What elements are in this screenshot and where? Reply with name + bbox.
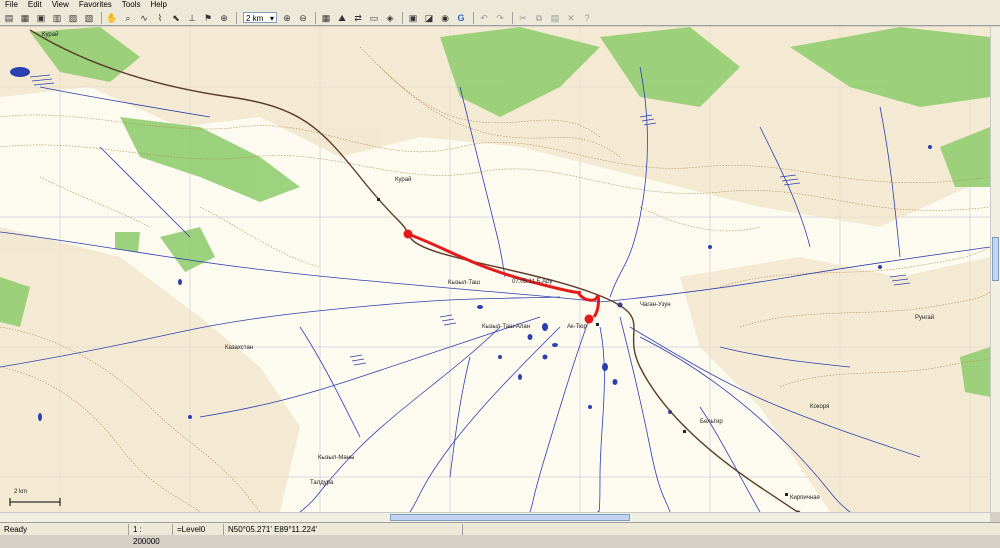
- toolbar-separator: [101, 11, 102, 24]
- place-label: Кирпичная: [790, 495, 820, 501]
- paste-icon[interactable]: ▤: [548, 11, 562, 25]
- menu-help[interactable]: Help: [145, 0, 171, 10]
- delete-icon[interactable]: ✕: [564, 11, 578, 25]
- scale-bar-label: 2 km: [14, 489, 28, 495]
- browser-icon[interactable]: ◉: [438, 11, 452, 25]
- elevation-icon[interactable]: ⛰: [335, 11, 349, 25]
- redo-icon[interactable]: ↷: [493, 11, 507, 25]
- undo-icon[interactable]: ↶: [477, 11, 491, 25]
- route-label: 07.05.11 Б.Ару: [512, 279, 553, 285]
- chevron-down-icon: ▾: [269, 14, 274, 23]
- zoom-tool-icon[interactable]: ⌕: [121, 11, 135, 25]
- place-label: Кокоря: [810, 404, 830, 410]
- track-end-marker[interactable]: [584, 314, 594, 324]
- vertical-scrollbar[interactable]: [990, 27, 1000, 512]
- find-icon[interactable]: ⊕: [217, 11, 231, 25]
- zoom-in-icon[interactable]: ⊕: [280, 11, 294, 25]
- select-tool-icon[interactable]: ⬉: [169, 11, 183, 25]
- horizontal-scrollbar[interactable]: [0, 512, 990, 522]
- place-label: Чаган-Узун: [640, 302, 671, 308]
- send-icon[interactable]: ▨: [66, 11, 80, 25]
- track-tool-icon[interactable]: ∿: [137, 11, 151, 25]
- menu-view[interactable]: View: [47, 0, 74, 10]
- waypoint-tool-icon[interactable]: ⚑: [201, 11, 215, 25]
- place-label: Рунгай: [915, 315, 935, 321]
- menu-edit[interactable]: Edit: [23, 0, 47, 10]
- menu-tools[interactable]: Tools: [117, 0, 146, 10]
- zoom-out-icon[interactable]: ⊖: [296, 11, 310, 25]
- open-icon[interactable]: ▤: [2, 11, 16, 25]
- print-icon[interactable]: ▥: [50, 11, 64, 25]
- toolbar: ▤ ▦ ▣ ▥ ▨ ▧ ✋ ⌕ ∿ ⌇ ⬉ ⊥ ⚑ ⊕ 2 km ▾ ⊕ ⊖ ▦ …: [0, 10, 1000, 26]
- status-level: =Level0: [173, 523, 224, 535]
- map-detail-icon[interactable]: ▦: [319, 11, 333, 25]
- zoom-scale-select[interactable]: 2 km ▾: [243, 12, 277, 23]
- garmin-icon[interactable]: ◈: [383, 11, 397, 25]
- place-label: Казахстан: [225, 345, 254, 351]
- cut-icon[interactable]: ✂: [516, 11, 530, 25]
- place-label: Кызыл-Таш-Алан: [482, 324, 531, 330]
- measure-tool-icon[interactable]: ⊥: [185, 11, 199, 25]
- three-d-icon[interactable]: ◪: [422, 11, 436, 25]
- status-bar: Ready 1 : 200000 =Level0 N50°05.271' E89…: [0, 522, 1000, 546]
- track-start-marker[interactable]: [403, 229, 413, 239]
- topographic-map[interactable]: [0, 27, 990, 512]
- place-label: Ак-Тюр: [567, 324, 587, 330]
- device-icon[interactable]: ▭: [367, 11, 381, 25]
- toolbar-separator: [512, 11, 513, 24]
- menu-file[interactable]: File: [0, 0, 23, 10]
- transfer-icon[interactable]: ⇄: [351, 11, 365, 25]
- save-icon[interactable]: ▦: [18, 11, 32, 25]
- toolbar-separator: [236, 11, 237, 24]
- menu-bar: File Edit View Favorites Tools Help: [0, 0, 1000, 10]
- place-label: Курай: [42, 32, 59, 38]
- status-ready: Ready: [0, 523, 129, 535]
- menu-favorites[interactable]: Favorites: [74, 0, 117, 10]
- help-icon[interactable]: ?: [580, 11, 594, 25]
- route-tool-icon[interactable]: ⌇: [153, 11, 167, 25]
- place-label: Курай: [395, 177, 412, 183]
- place-label: Кызыл-Таш: [448, 280, 480, 286]
- properties-icon[interactable]: ▧: [82, 11, 96, 25]
- status-scale: 1 : 200000: [129, 523, 173, 546]
- place-label: Кызыл-Маны: [318, 455, 355, 461]
- horizontal-scroll-thumb[interactable]: [390, 514, 630, 521]
- place-label: Бельтир: [700, 419, 723, 425]
- toolbar-separator: [402, 11, 403, 24]
- open-folder-icon[interactable]: ▣: [34, 11, 48, 25]
- copy-icon[interactable]: ⧉: [532, 11, 546, 25]
- view-icon[interactable]: ▣: [406, 11, 420, 25]
- toolbar-separator: [315, 11, 316, 24]
- map-view[interactable]: Курай Курай Кызыл-Таш Ак-Тюр Кызыл-Таш-А…: [0, 27, 990, 512]
- place-label: Талдура: [310, 480, 334, 486]
- status-coordinates: N50°05.271' E89°11.224': [224, 523, 463, 535]
- toolbar-separator: [473, 11, 474, 24]
- vertical-scroll-thumb[interactable]: [992, 237, 999, 281]
- pan-hand-icon[interactable]: ✋: [105, 11, 119, 25]
- google-earth-icon[interactable]: G: [454, 11, 468, 25]
